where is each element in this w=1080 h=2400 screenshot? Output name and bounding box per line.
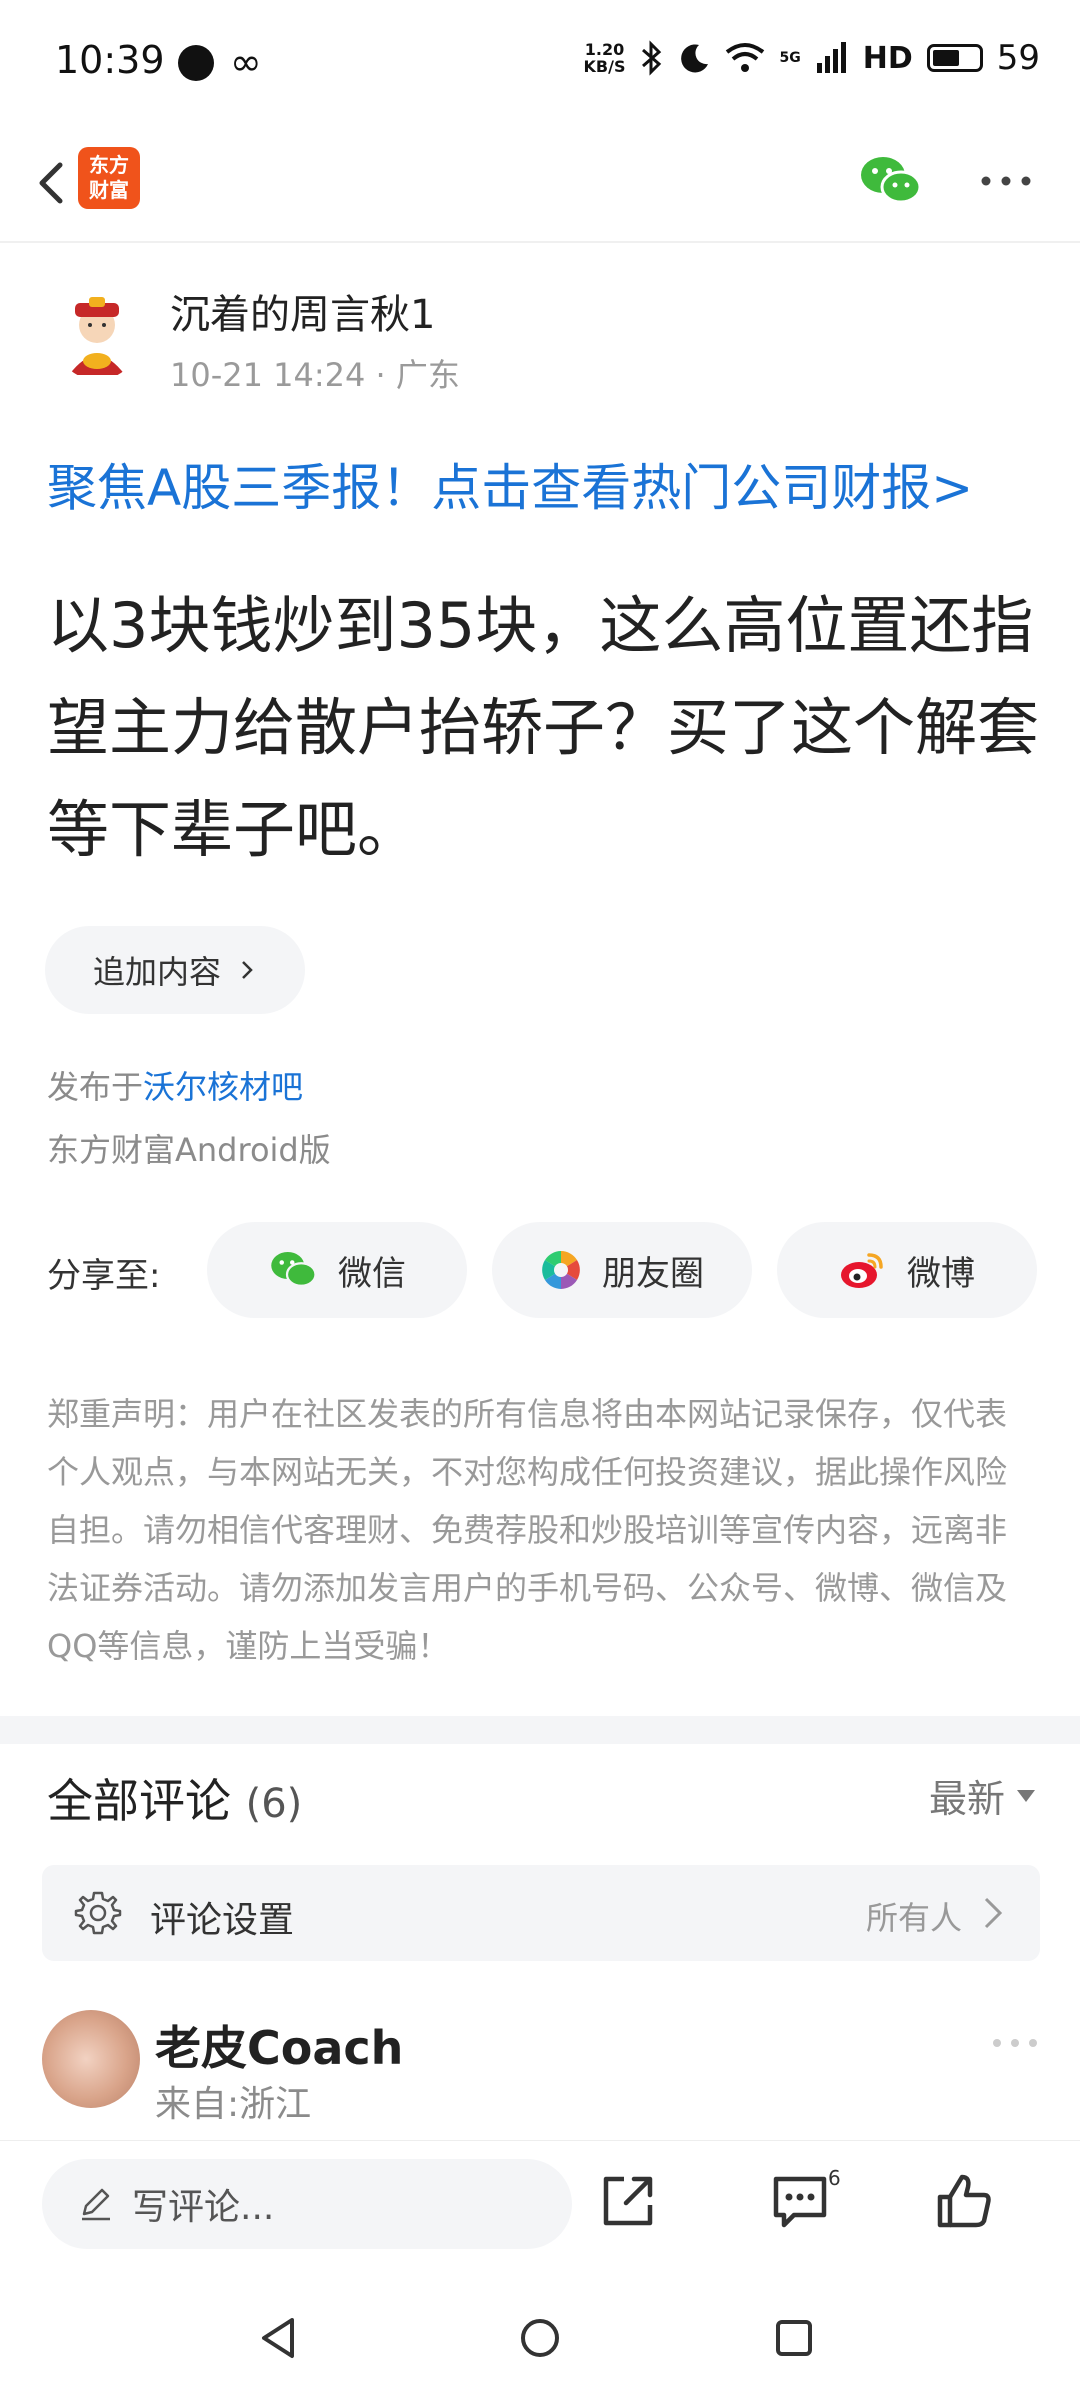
author-avatar[interactable] <box>55 295 140 380</box>
commenter-avatar[interactable] <box>42 2010 140 2108</box>
system-nav-bar <box>0 2270 1080 2400</box>
commenter-name[interactable]: 老皮Coach <box>155 2012 403 2078</box>
comment-count-badge: 6 <box>828 2166 841 2190</box>
wechat-icon[interactable] <box>858 153 922 209</box>
moon-icon <box>681 44 709 73</box>
link-icon: ∞ <box>230 40 262 84</box>
network-type: 5G <box>779 50 801 66</box>
hd-indicator: HD <box>862 40 913 76</box>
bottom-action-bar: 写评论... 6 <box>0 2140 1080 2270</box>
back-icon[interactable] <box>22 153 82 213</box>
share-label: 分享至: <box>47 1256 161 1296</box>
wechat-icon <box>271 1252 317 1287</box>
battery-level: 59 <box>996 38 1040 78</box>
more-icon[interactable] <box>978 161 1034 201</box>
comments-title: 全部评论 (6) <box>47 1774 303 1828</box>
app-logo[interactable]: 东方 财富 <box>78 147 140 209</box>
post-time: 10-21 14:24 <box>170 356 366 394</box>
author-name[interactable]: 沉着的周言秋1 <box>170 282 435 340</box>
share-icon[interactable] <box>596 2169 660 2233</box>
network-speed: 1.20 KB/S <box>583 40 626 76</box>
more-icon[interactable] <box>990 2028 1040 2058</box>
promo-link[interactable]: 聚焦A股三季报！点击查看热门公司财报> <box>47 448 973 520</box>
append-content-button[interactable]: 追加内容 <box>45 926 305 1014</box>
system-back-icon[interactable] <box>248 2308 308 2368</box>
signal-icon <box>816 42 846 73</box>
battery-fill <box>932 50 959 66</box>
status-time: 10:39 <box>55 38 165 82</box>
bluetooth-icon <box>642 40 662 76</box>
weibo-icon <box>841 1253 883 1288</box>
disclaimer: 郑重声明：用户在社区发表的所有信息将由本网站记录保存，仅代表个人观点，与本网站无… <box>47 1395 1008 1665</box>
share-moments-button[interactable]: 朋友圈 <box>492 1222 752 1318</box>
pen-icon <box>82 2188 110 2221</box>
sort-dropdown[interactable]: 最新 <box>929 1768 1035 1823</box>
comment-count: (6) <box>245 1781 303 1827</box>
post-location: · 广东 <box>375 356 460 394</box>
comment-settings-row[interactable]: 评论设置 所有人 <box>42 1865 1040 1961</box>
post-title: 以3块钱炒到35块，这么高位置还指望主力给散户抬轿子？买了这个解套等下辈子吧。 <box>47 589 1040 866</box>
status-bar: 10:39 ∞ 1.20 KB/S 5G HD 59 <box>0 0 1080 125</box>
like-icon[interactable] <box>932 2169 996 2233</box>
commenter-location: 来自:浙江 <box>155 2084 312 2125</box>
client-info: 东方财富Android版 <box>47 1131 331 1169</box>
section-divider <box>0 1716 1080 1744</box>
share-wechat-button[interactable]: 微信 <box>207 1222 467 1318</box>
chevron-right-icon <box>242 961 253 979</box>
comment-settings-label: 评论设置 <box>150 1900 295 1941</box>
post-meta: 10-21 14:24 · 广东 <box>170 350 460 396</box>
write-comment-input[interactable]: 写评论... <box>42 2159 572 2249</box>
publish-info: 发布于沃尔核材吧 <box>47 1068 304 1106</box>
status-indicators: 1.20 KB/S 5G HD 59 <box>584 38 1040 78</box>
system-recents-icon[interactable] <box>764 2308 824 2368</box>
notification-dot-icon <box>178 45 214 81</box>
comment-icon[interactable] <box>768 2169 832 2233</box>
comment-settings-value: 所有人 <box>865 1899 962 1937</box>
forum-link[interactable]: 沃尔核材吧 <box>143 1068 303 1106</box>
wifi-icon <box>726 43 765 72</box>
gear-icon <box>74 1891 122 1935</box>
chevron-right-icon <box>984 1897 1003 1929</box>
share-weibo-button[interactable]: 微博 <box>777 1222 1037 1318</box>
battery-icon <box>926 44 983 72</box>
top-nav-bar: 东方 财富 <box>0 125 1080 243</box>
moments-icon <box>542 1251 580 1289</box>
system-home-icon[interactable] <box>510 2308 570 2368</box>
caret-down-icon <box>1017 1789 1035 1802</box>
